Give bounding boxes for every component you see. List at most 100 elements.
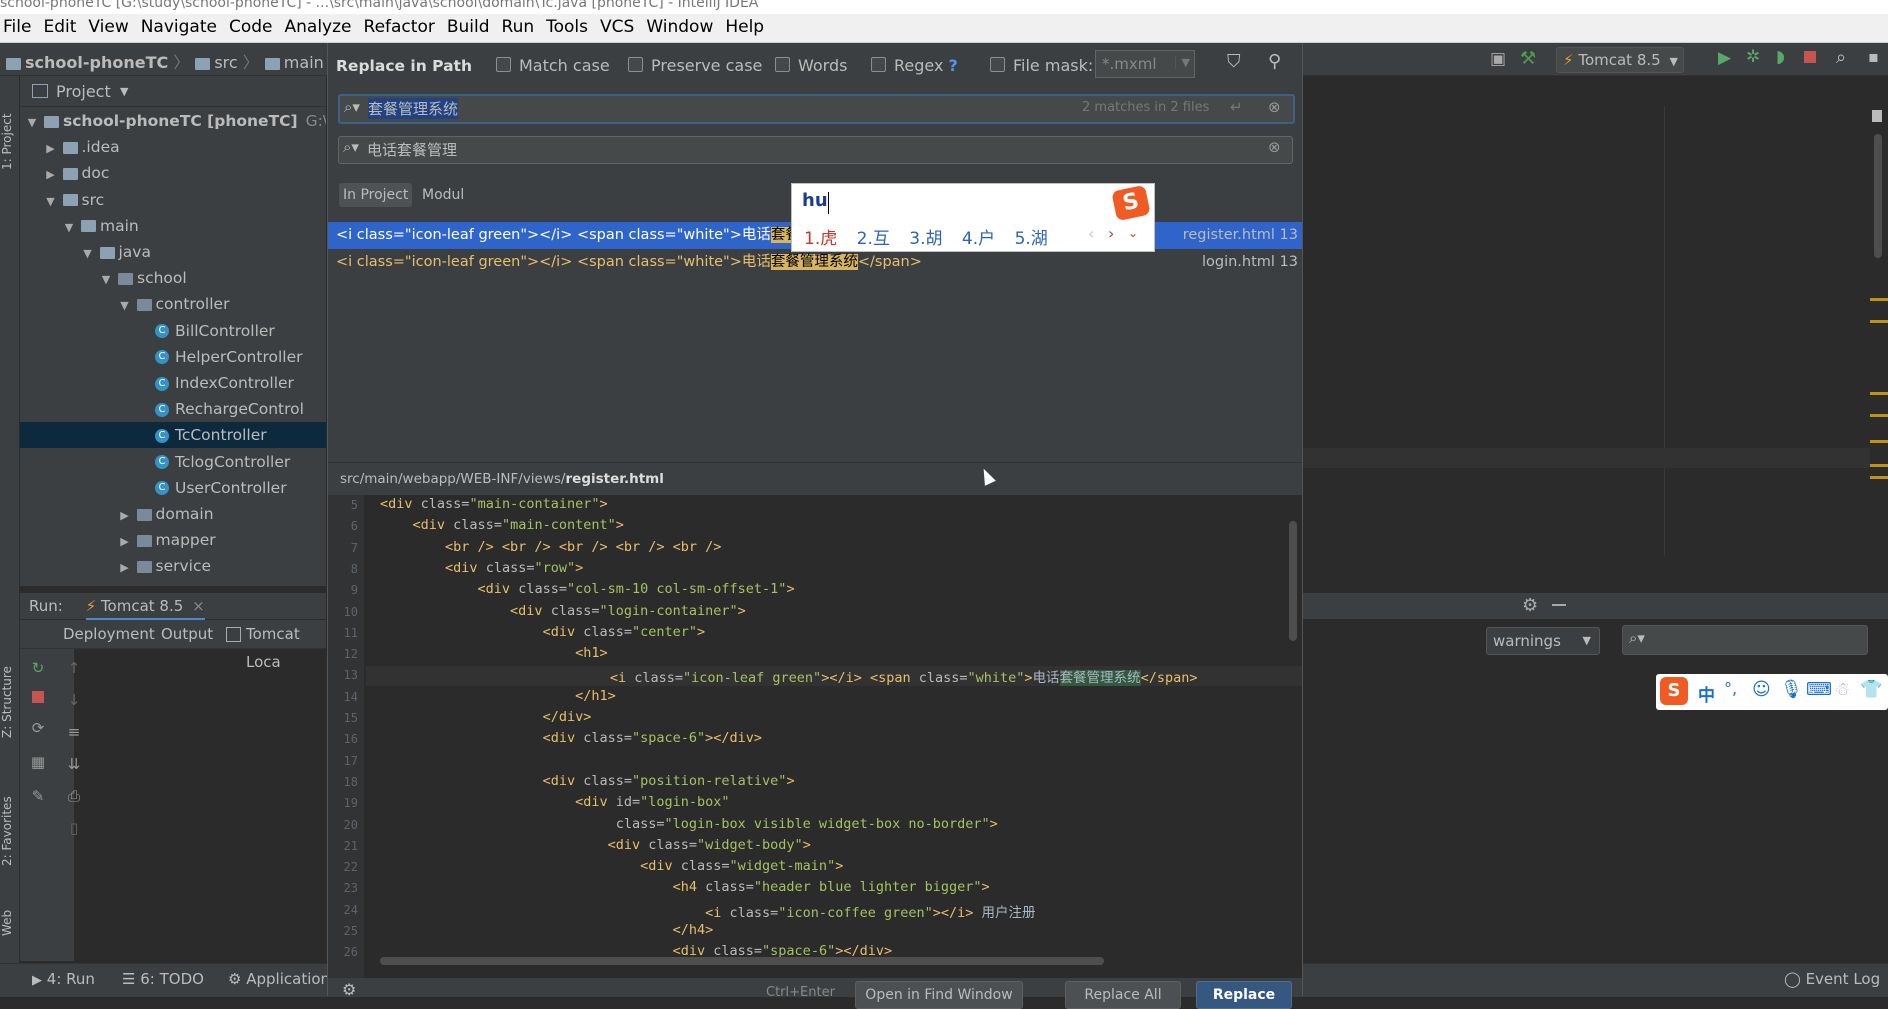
tree-item[interactable]: C BillController <box>20 318 326 344</box>
log-search-input[interactable]: ⌕▾ <box>1622 625 1868 655</box>
rerun-icon[interactable]: ↻ <box>28 659 48 677</box>
collapsed-arrow-icon[interactable]: ▶ <box>45 162 57 188</box>
preserve-case-checkbox[interactable]: Preserve case <box>628 56 762 75</box>
down-arrow-icon[interactable]: ↓ <box>64 691 84 709</box>
menu-vcs[interactable]: VCS <box>597 14 643 37</box>
warning-marker[interactable] <box>1870 440 1888 443</box>
tree-item[interactable]: C IndexController <box>20 370 326 396</box>
warning-marker[interactable] <box>1870 476 1888 479</box>
collapsed-arrow-icon[interactable]: ▶ <box>119 503 131 529</box>
expanded-arrow-icon[interactable]: ▼ <box>82 241 94 267</box>
tree-item[interactable]: C TcController <box>20 422 326 449</box>
menu-window[interactable]: Window <box>643 14 722 37</box>
preview-vscrollbar[interactable] <box>1289 521 1297 641</box>
ime-next-page-icon[interactable]: › <box>1108 224 1114 243</box>
tree-item[interactable]: C RechargeControl <box>20 396 326 422</box>
ime-prev-page-icon[interactable]: ‹ <box>1088 224 1094 243</box>
preview-hscrollbar[interactable] <box>380 957 1104 965</box>
tree-item[interactable]: ▶ mapper <box>20 527 326 553</box>
menu-analyze[interactable]: Analyze <box>282 14 361 37</box>
gear-icon[interactable]: ⚙ <box>1522 595 1538 616</box>
file-mask-checkbox[interactable]: File mask: <box>990 56 1093 75</box>
pin-icon[interactable]: ✎ <box>28 787 48 805</box>
warning-marker[interactable] <box>1870 414 1888 417</box>
stop-icon[interactable] <box>32 691 44 703</box>
web-tool-label[interactable]: Web <box>0 896 19 936</box>
ime-candidate-4[interactable]: 4.户 <box>962 229 995 249</box>
ime-candidate-5[interactable]: 5.湖 <box>1015 229 1048 249</box>
menu-file[interactable]: File <box>0 14 40 37</box>
warning-marker[interactable] <box>1870 392 1888 395</box>
todo-tool-tab[interactable]: ☰ 6: TODO <box>122 964 204 994</box>
application-tool-tab[interactable]: ⚙ Application <box>228 964 330 994</box>
warning-marker[interactable] <box>1870 298 1888 301</box>
overflow-icon[interactable]: ▪ <box>1868 47 1879 66</box>
ime-candidate-2[interactable]: 2.互 <box>857 229 890 249</box>
filter-icon[interactable]: ⛉ <box>1227 51 1241 72</box>
breadcrumb-item[interactable]: main <box>259 53 324 72</box>
collapsed-arrow-icon[interactable]: ▶ <box>45 136 57 162</box>
structure-tool-label[interactable]: Z: Structure <box>0 648 19 738</box>
run-icon[interactable]: ▶ <box>1718 48 1731 68</box>
replace-button[interactable]: Replace <box>1196 981 1292 1009</box>
tree-item[interactable]: ▼ main <box>20 213 326 239</box>
tree-item[interactable]: ▼ java <box>20 239 326 265</box>
expanded-arrow-icon[interactable]: ▼ <box>26 110 38 136</box>
project-view-label[interactable]: Project <box>56 82 111 101</box>
scope-tab-module[interactable]: Modul <box>418 183 468 207</box>
chevron-down-icon[interactable]: ▼ <box>120 85 128 98</box>
log-filter-select[interactable]: warnings ▼ <box>1486 627 1600 655</box>
layout-icon[interactable]: ▦ <box>28 753 48 771</box>
scroll-to-end-icon[interactable]: ⇊ <box>64 755 84 773</box>
menu-run[interactable]: Run <box>499 14 544 37</box>
tree-item[interactable]: C TclogController <box>20 449 326 475</box>
replace-history-icon[interactable]: ⌕▾ <box>343 138 359 156</box>
words-checkbox[interactable]: Words <box>775 56 847 75</box>
menu-edit[interactable]: Edit <box>40 14 85 37</box>
expanded-arrow-icon[interactable]: ▼ <box>45 189 57 215</box>
breadcrumb-item[interactable]: src 〉 <box>189 49 259 73</box>
clear-replace-icon[interactable]: ⊗ <box>1268 138 1281 156</box>
tree-item[interactable]: ▼ school-phoneTC [phoneTC] G:\stud <box>20 108 326 134</box>
run-tool-tab[interactable]: ▶ 4: Run <box>32 964 95 996</box>
run-config-select[interactable]: ⚡ Tomcat 8.5 ▼ <box>1556 47 1684 73</box>
result-row[interactable]: <i class="icon-leaf green"></i> <span cl… <box>328 249 1302 276</box>
tree-item[interactable]: ▶ domain <box>20 501 326 527</box>
ime-expand-icon[interactable]: ⌄ <box>1128 226 1138 240</box>
trash-icon[interactable]: ▯ <box>64 819 84 837</box>
tree-item[interactable]: ▶ doc <box>20 160 326 186</box>
expanded-arrow-icon[interactable]: ▼ <box>100 267 112 293</box>
pin-icon[interactable]: ⚲ <box>1268 51 1281 72</box>
search-history-icon[interactable]: ⌕▾ <box>344 98 360 116</box>
microphone-icon[interactable]: 🎙 <box>1780 679 1803 700</box>
build-hammer-icon[interactable]: ⚒ <box>1520 48 1536 69</box>
menu-view[interactable]: View <box>85 14 137 37</box>
search-everywhere-icon[interactable]: ⌕ <box>1836 47 1846 68</box>
soft-wrap-icon[interactable]: ≡ <box>64 723 84 741</box>
file-mask-select[interactable]: *.mxml ▼ <box>1095 50 1195 78</box>
tree-item[interactable]: ▶ .idea <box>20 134 326 160</box>
tree-item[interactable]: C UserController <box>20 475 326 501</box>
menu-refactor[interactable]: Refactor <box>361 14 444 37</box>
breadcrumb-item[interactable]: school-phoneTC 〉 <box>0 49 189 73</box>
menu-help[interactable]: Help <box>722 14 773 37</box>
ime-chinese-mode[interactable]: 中 <box>1698 681 1715 706</box>
up-arrow-icon[interactable]: ↑ <box>64 659 84 677</box>
clear-search-icon[interactable]: ⊗ <box>1268 98 1281 116</box>
coverage-icon[interactable]: ◗ <box>1776 47 1785 67</box>
scope-tab-in-project[interactable]: In Project <box>339 183 413 207</box>
ime-punctuation-mode[interactable]: °, <box>1724 679 1737 698</box>
regex-checkbox[interactable]: Regex ? <box>871 56 958 75</box>
minimize-icon[interactable] <box>1552 604 1566 606</box>
warning-marker[interactable] <box>1870 464 1888 467</box>
expanded-arrow-icon[interactable]: ▼ <box>119 293 131 319</box>
search-input[interactable]: ⌕▾ 套餐管理系统 2 matches in 2 files ↵ ⊗ <box>338 94 1295 124</box>
collapsed-arrow-icon[interactable]: ▶ <box>119 555 131 581</box>
print-icon[interactable]: ⎙ <box>64 787 84 805</box>
run-tab-tomcat[interactable]: ⚡ Tomcat 8.5 × <box>85 597 205 621</box>
tree-item[interactable]: ▼ controller <box>20 291 326 317</box>
warning-marker[interactable] <box>1870 320 1888 323</box>
editor-scrollbar-thumb[interactable] <box>1874 134 1882 258</box>
open-in-find-window-button[interactable]: Open in Find Window <box>855 981 1023 1009</box>
menu-navigate[interactable]: Navigate <box>138 14 226 37</box>
